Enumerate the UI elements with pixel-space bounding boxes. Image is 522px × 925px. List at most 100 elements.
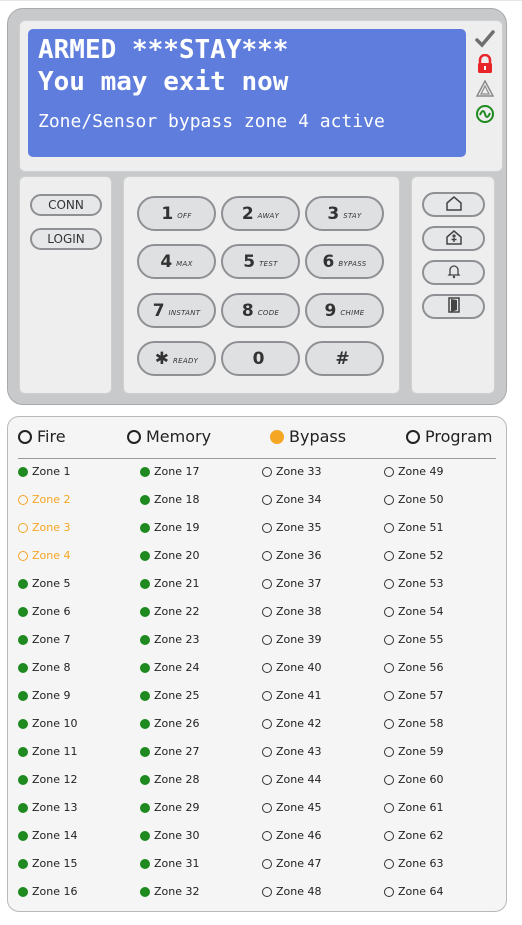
zone-status-dot (18, 830, 28, 841)
zone-label: Zone 17 (154, 465, 200, 478)
key-4[interactable]: 4 MAX (137, 244, 216, 279)
legend-bypass: Bypass (270, 427, 346, 446)
zone-status-dot (384, 550, 394, 561)
key-6[interactable]: 6 BYPASS (305, 244, 384, 279)
zone-label: Zone 33 (276, 465, 322, 478)
zone-status-dot (140, 578, 150, 589)
exit-button[interactable] (422, 294, 485, 319)
status-icons (474, 28, 498, 128)
zone-status-dot (18, 886, 28, 897)
zone-item: Zone 41 (262, 689, 322, 702)
key-3[interactable]: 3 STAY (305, 196, 384, 231)
key-0[interactable]: 0 (221, 341, 300, 376)
zone-label: Zone 54 (398, 605, 444, 618)
zone-label: Zone 22 (154, 605, 200, 618)
zone-label: Zone 56 (398, 661, 444, 674)
zone-label: Zone 63 (398, 857, 444, 870)
zone-item: Zone 52 (384, 549, 444, 562)
zone-item: Zone 21 (140, 577, 200, 590)
zone-status-dot (262, 522, 272, 533)
zone-label: Zone 49 (398, 465, 444, 478)
zone-item: Zone 39 (262, 633, 322, 646)
zone-item: Zone 28 (140, 773, 200, 786)
zone-status-dot (262, 494, 272, 505)
zone-item: Zone 47 (262, 857, 322, 870)
zone-item: Zone 35 (262, 521, 322, 534)
zone-status-dot (140, 634, 150, 645)
number-pad: 1 OFF 2 AWAY 3 STAY 4 MAX 5 TEST 6 BYPASS 7 INS… (123, 176, 400, 394)
zone-label: Zone 43 (276, 745, 322, 758)
bypass-indicator (270, 429, 284, 444)
person-house-icon (445, 229, 463, 249)
zone-status-dot (262, 746, 272, 757)
zone-item: Zone 27 (140, 745, 200, 758)
zone-label: Zone 15 (32, 857, 78, 870)
zone-item: Zone 8 (18, 661, 71, 674)
zone-status-dot (384, 746, 394, 757)
zone-label: Zone 51 (398, 521, 444, 534)
zone-label: Zone 20 (154, 549, 200, 562)
zone-status-dot (140, 886, 150, 897)
stay-button[interactable] (422, 226, 485, 251)
zone-status-dot (262, 606, 272, 617)
key-8[interactable]: 8 CODE (221, 293, 300, 328)
zone-label: Zone 27 (154, 745, 200, 758)
zone-item: Zone 48 (262, 885, 322, 898)
home-button[interactable] (422, 192, 485, 217)
zone-label: Zone 14 (32, 829, 78, 842)
zone-item: Zone 59 (384, 745, 444, 758)
zone-item: Zone 12 (18, 773, 78, 786)
zone-label: Zone 61 (398, 801, 444, 814)
key-hash[interactable]: # (305, 341, 384, 376)
key-7[interactable]: 7 INSTANT (137, 293, 216, 328)
zone-item: Zone 46 (262, 829, 322, 842)
zone-status-dot (140, 718, 150, 729)
key-star[interactable]: ✱ READY (137, 341, 216, 376)
zone-item: Zone 42 (262, 717, 322, 730)
zone-label: Zone 40 (276, 661, 322, 674)
zone-status-dot (140, 774, 150, 785)
key-9[interactable]: 9 CHIME (305, 293, 384, 328)
zone-item: Zone 33 (262, 465, 322, 478)
zone-item: Zone 53 (384, 577, 444, 590)
warning-icon (474, 78, 496, 100)
zone-status-dot (140, 522, 150, 533)
zone-item: Zone 19 (140, 521, 200, 534)
zone-status-dot (140, 466, 150, 477)
zone-status-dot (18, 466, 28, 477)
login-button[interactable]: LOGIN (30, 228, 102, 250)
lcd-frame: ARMED ***STAY*** You may exit now Zone/S… (19, 20, 503, 172)
fire-indicator (18, 429, 32, 444)
key-2[interactable]: 2 AWAY (221, 196, 300, 231)
home-icon (445, 195, 463, 215)
zone-label: Zone 42 (276, 717, 322, 730)
zone-item: Zone 22 (140, 605, 200, 618)
conn-button[interactable]: CONN (30, 194, 102, 216)
zone-status-dot (384, 662, 394, 673)
zone-label: Zone 53 (398, 577, 444, 590)
zone-label: Zone 9 (32, 689, 71, 702)
legend-memory: Memory (127, 427, 211, 446)
zone-label: Zone 7 (32, 633, 71, 646)
zone-label: Zone 47 (276, 857, 322, 870)
zone-status-dot (384, 578, 394, 589)
chime-button[interactable] (422, 260, 485, 285)
zone-status-dot (18, 522, 28, 533)
function-panel (411, 176, 495, 394)
zone-label: Zone 18 (154, 493, 200, 506)
zone-status-dot (140, 830, 150, 841)
zone-item: Zone 60 (384, 773, 444, 786)
zone-label: Zone 1 (32, 465, 71, 478)
zone-label: Zone 2 (32, 493, 71, 506)
legend-fire: Fire (18, 427, 66, 446)
key-1[interactable]: 1 OFF (137, 196, 216, 231)
zone-item: Zone 2 (18, 493, 71, 506)
zone-label: Zone 52 (398, 549, 444, 562)
zone-item: Zone 1 (18, 465, 71, 478)
zone-item: Zone 38 (262, 605, 322, 618)
zone-status-dot (384, 690, 394, 701)
status-legend: Fire Memory Bypass Program (8, 427, 506, 453)
key-5[interactable]: 5 TEST (221, 244, 300, 279)
zone-item: Zone 36 (262, 549, 322, 562)
zone-status-dot (140, 550, 150, 561)
